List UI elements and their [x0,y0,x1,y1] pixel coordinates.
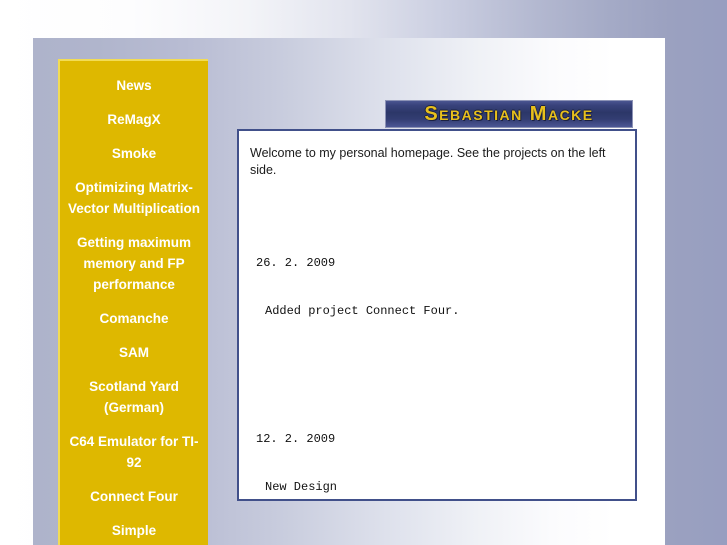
changelog-list: 26. 2. 2009 Added project Connect Four. … [250,191,623,499]
changelog-entry: 26. 2. 2009 Added project Connect Four. [256,223,623,351]
sidebar-item-comanche[interactable]: Comanche [60,302,208,336]
main-content-box: Welcome to my personal homepage. See the… [237,129,637,501]
site-container: News ReMagX Smoke Optimizing Matrix-Vect… [33,38,665,545]
sidebar-navigation: News ReMagX Smoke Optimizing Matrix-Vect… [58,59,208,545]
sidebar-item-scotland-yard[interactable]: Scotland Yard (German) [60,370,208,425]
site-logo-banner: Sebastian Macke [385,100,633,128]
sidebar-item-optimizing-matrix-vector-multiplication[interactable]: Optimizing Matrix-Vector Multiplication [60,171,208,226]
changelog-description: Added project Connect Four. [265,304,460,318]
changelog-date: 26. 2. 2009 [256,256,336,270]
intro-paragraph: Welcome to my personal homepage. See the… [250,146,606,177]
changelog-entry: 12. 2. 2009 New Design [256,399,623,499]
sidebar-item-connect-four[interactable]: Connect Four [60,480,208,514]
sidebar-item-remagx[interactable]: ReMagX [60,103,208,137]
sidebar-item-simple[interactable]: Simple [60,514,208,545]
changelog-date: 12. 2. 2009 [256,432,336,446]
changelog-description: New Design [265,480,338,494]
sidebar-item-sam[interactable]: SAM [60,336,208,370]
sidebar-item-news[interactable]: News [60,69,208,103]
sidebar-item-getting-maximum-memory-and-fp-performance[interactable]: Getting maximum memory and FP performanc… [60,226,208,302]
sidebar-item-smoke[interactable]: Smoke [60,137,208,171]
site-logo-text: Sebastian Macke [424,103,594,125]
sidebar-item-c64-emulator-for-ti-92[interactable]: C64 Emulator for TI-92 [60,425,208,480]
